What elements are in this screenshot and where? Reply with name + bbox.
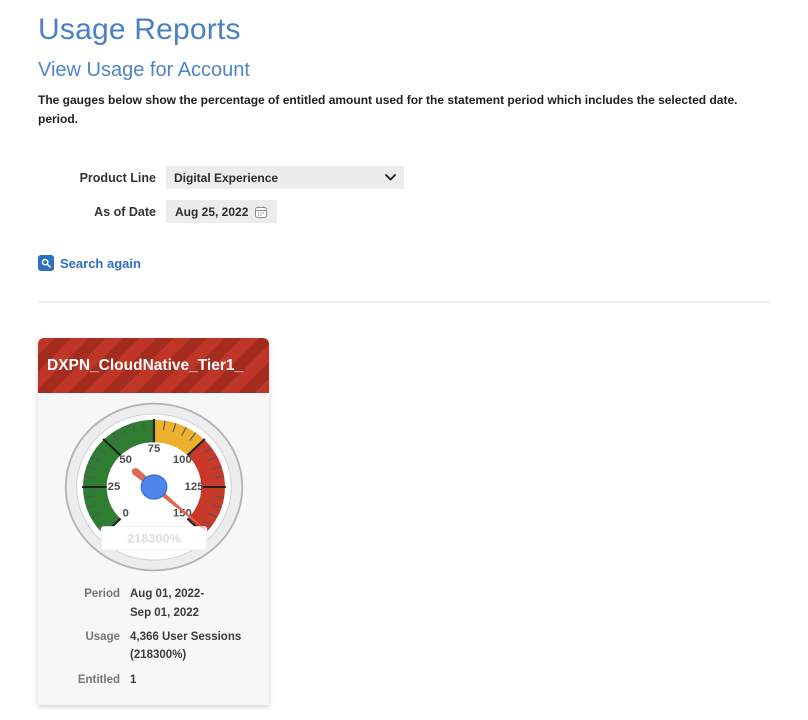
usage-line-2: (218300%) (130, 646, 241, 664)
svg-text:100: 100 (172, 455, 191, 467)
usage-line-1: 4,366 User Sessions (130, 628, 241, 646)
period-line-1: Aug 01, 2022- (130, 585, 204, 603)
usage-card-header: DXPN_CloudNative_Tier1_ (38, 338, 269, 393)
product-line-select[interactable]: Digital Experience (166, 166, 404, 189)
page-subtitle: View Usage for Account (38, 59, 770, 82)
usage-search-form: Product Line Digital Experience As of Da… (38, 166, 770, 223)
entitled-value: 1 (130, 671, 136, 689)
entitled-line-1: 1 (130, 671, 136, 689)
as-of-date-row: As of Date Aug 25, 2022 (38, 200, 770, 223)
usage-label: Usage (38, 628, 130, 665)
usage-details: Period Aug 01, 2022- Sep 01, 2022 Usage … (38, 585, 269, 689)
detail-row-entitled: Entitled 1 (38, 671, 269, 689)
usage-gauge: 0255075100125150218300% (63, 401, 245, 573)
product-line-row: Product Line Digital Experience (38, 166, 770, 189)
period-line-2: Sep 01, 2022 (130, 604, 204, 622)
gauge-container: 0255075100125150218300% (63, 401, 245, 573)
period-value: Aug 01, 2022- Sep 01, 2022 (130, 585, 204, 622)
svg-text:0: 0 (122, 508, 128, 520)
entitled-label: Entitled (38, 671, 130, 689)
product-line-value: Digital Experience (174, 171, 278, 185)
product-line-label: Product Line (38, 171, 166, 185)
page-title: Usage Reports (38, 13, 770, 47)
svg-text:25: 25 (107, 481, 120, 493)
detail-row-usage: Usage 4,366 User Sessions (218300%) (38, 628, 269, 665)
as-of-date-field[interactable]: Aug 25, 2022 (166, 200, 277, 223)
svg-text:125: 125 (184, 481, 203, 493)
search-again-label: Search again (60, 256, 141, 271)
detail-row-period: Period Aug 01, 2022- Sep 01, 2022 (38, 585, 269, 622)
svg-text:50: 50 (119, 455, 132, 467)
period-label: Period (38, 585, 130, 622)
as-of-date-value: Aug 25, 2022 (175, 205, 248, 219)
calendar-icon[interactable] (254, 205, 268, 219)
search-icon (38, 255, 54, 271)
usage-value: 4,366 User Sessions (218300%) (130, 628, 241, 665)
section-divider (38, 301, 769, 303)
search-again-link[interactable]: Search again (38, 255, 141, 271)
as-of-date-label: As of Date (38, 205, 166, 219)
page-description: The gauges below show the percentage of … (38, 91, 770, 128)
svg-text:218300%: 218300% (127, 532, 181, 546)
usage-card: DXPN_CloudNative_Tier1_ 0255075100125150… (38, 338, 269, 705)
chevron-down-icon (385, 174, 396, 181)
product-name: DXPN_CloudNative_Tier1_ (47, 357, 243, 375)
usage-reports-page: Usage Reports View Usage for Account The… (0, 0, 808, 705)
usage-card-body: 0255075100125150218300% Period Aug 01, 2… (38, 393, 269, 705)
svg-text:75: 75 (147, 444, 160, 456)
